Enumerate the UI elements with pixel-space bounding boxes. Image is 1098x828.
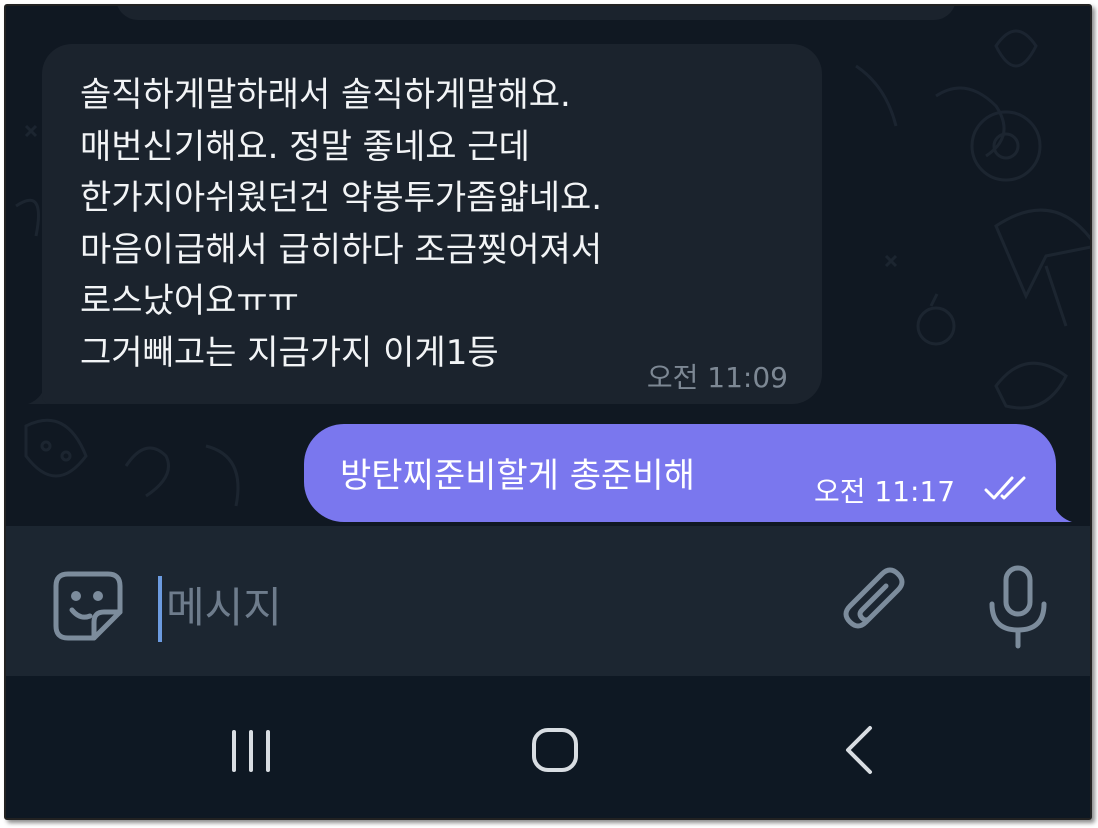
outgoing-message-bubble[interactable]: 방탄찌준비할게 총준비해 오전 11:17 (304, 424, 1056, 522)
phone-screen: 솔직하게말하래서 솔직하게말해요. 매번신기해요. 정말 좋네요 근데 한가지아… (4, 4, 1092, 820)
microphone-icon[interactable] (982, 564, 1054, 650)
back-icon[interactable] (840, 724, 880, 776)
sticker-icon[interactable] (52, 570, 124, 642)
chat-area[interactable]: 솔직하게말하래서 솔직하게말해요. 매번신기해요. 정말 좋네요 근데 한가지아… (6, 6, 1090, 526)
outgoing-message-time: 오전 11:17 (814, 475, 956, 508)
text-cursor (158, 576, 162, 642)
incoming-message-bubble[interactable]: 솔직하게말하래서 솔직하게말해요. 매번신기해요. 정말 좋네요 근데 한가지아… (42, 44, 822, 404)
message-input[interactable] (166, 572, 766, 642)
outgoing-message-text: 방탄찌준비할게 총준비해 (340, 456, 695, 496)
recent-apps-icon[interactable] (224, 728, 278, 774)
home-icon[interactable] (528, 724, 582, 774)
incoming-message-time: 오전 11:09 (646, 361, 788, 394)
system-navigation-bar (6, 676, 1090, 818)
outgoing-bubble-tail (1042, 496, 1072, 522)
paperclip-icon[interactable] (838, 566, 912, 646)
previous-message-bubble (116, 6, 956, 20)
message-input-bar (6, 526, 1090, 676)
double-check-icon (984, 476, 1026, 500)
incoming-message-text: 솔직하게말하래서 솔직하게말해요. 매번신기해요. 정말 좋네요 근데 한가지아… (80, 75, 603, 373)
